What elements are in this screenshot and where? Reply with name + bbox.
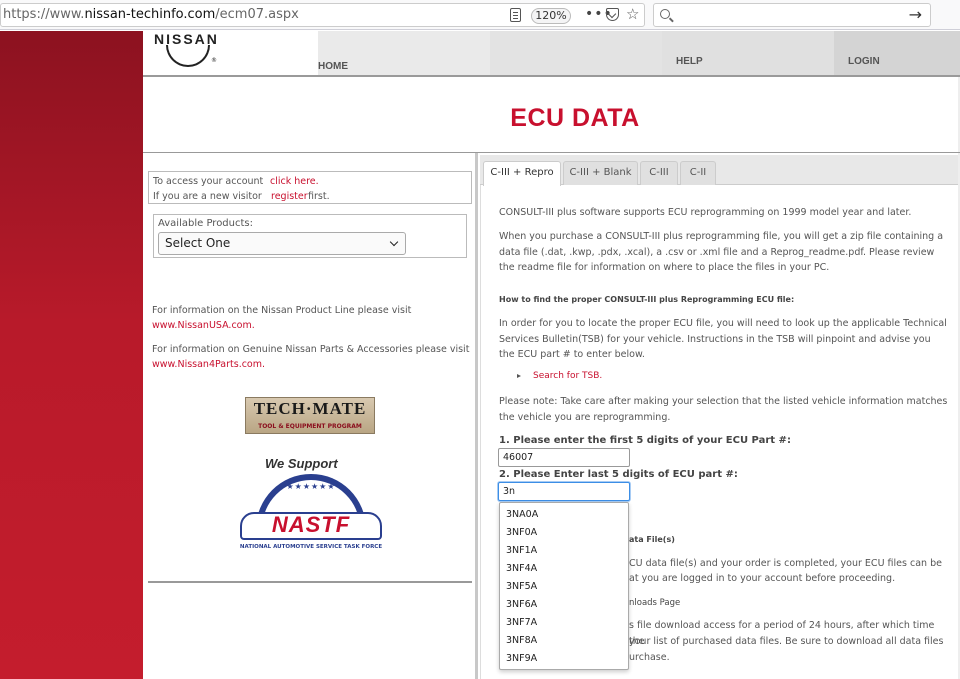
we-support-heading: We Support [265, 456, 338, 471]
zoom-level-badge[interactable]: 120% [531, 8, 571, 24]
available-products-box: Available Products: Select One [153, 214, 467, 258]
how-to-heading: How to find the proper CONSULT-III plus … [499, 295, 795, 304]
techmate-logo[interactable]: TECH·MATE TOOL & EQUIPMENT PROGRAM [245, 397, 375, 434]
tab-c3-repro[interactable]: C-III + Repro [483, 161, 561, 186]
header-divider [143, 75, 960, 77]
product-line-info: For information on the Nissan Product Li… [152, 305, 412, 316]
downloads-line3: urchase. [629, 652, 670, 663]
nissanusa-link[interactable]: www.NissanUSA.com. [152, 320, 255, 331]
account-text: To access your account [153, 176, 264, 187]
nastf-wordmark: NASTF [271, 512, 351, 537]
browser-search-input[interactable]: → [653, 3, 931, 27]
url-domain: nissan-techinfo.com [84, 7, 216, 22]
left-column-divider [148, 581, 472, 583]
suggestion-item[interactable]: 3NF9A [506, 653, 537, 664]
suggestion-item[interactable]: 3NF0A [506, 527, 537, 538]
search-tsb-link[interactable]: Search for TSB. [533, 371, 602, 381]
nav-login[interactable]: LOGIN [834, 31, 960, 75]
nav-help-label: HELP [676, 56, 703, 67]
bookmark-star-icon[interactable]: ☆ [626, 5, 639, 23]
suggestion-item[interactable]: 3NF1A [506, 545, 537, 556]
url-path: /ecm07.aspx [215, 7, 299, 22]
search-icon [660, 9, 670, 19]
account-box: To access your account click here. If yo… [148, 171, 472, 204]
tab-c2[interactable]: C-II [680, 161, 716, 185]
side-band [0, 31, 143, 679]
bullet-arrow-icon [517, 374, 521, 378]
logo-registered-mark: ® [211, 57, 217, 64]
ecu-last-digits-input[interactable]: 3n [498, 482, 630, 501]
register-suffix-text: first. [308, 191, 330, 202]
downloads-line2: your list of purchased data files. Be su… [629, 636, 944, 647]
data-files-heading: ata File(s) [629, 535, 675, 544]
suggestion-item[interactable]: 3NA0A [506, 509, 538, 520]
suggestion-item[interactable]: 3NF8A [506, 635, 537, 646]
product-tabs: C-III + Repro C-III + Blank C-III C-II [480, 155, 958, 186]
downloads-heading: nloads Page [629, 598, 681, 608]
url-prefix: https://www. [3, 7, 85, 22]
techmate-title: TECH·MATE [253, 399, 367, 418]
nastf-stars: ★★★★★★ [286, 482, 336, 491]
data-files-line2: at you are logged in to your account bef… [629, 573, 896, 584]
suggestion-item[interactable]: 3NF6A [506, 599, 537, 610]
nav-login-label: LOGIN [848, 56, 880, 67]
data-files-line1: CU data file(s) and your order is comple… [629, 558, 942, 569]
register-link[interactable]: register [271, 191, 308, 202]
nissan-logo[interactable]: NISSAN ® [150, 31, 318, 75]
products-select[interactable]: Select One [158, 232, 406, 255]
techmate-subtitle: TOOL & EQUIPMENT PROGRAM [258, 423, 362, 430]
parts-info: For information on Genuine Nissan Parts … [152, 344, 470, 355]
ecu-last-label: 2. Please Enter last 5 digits of ECU par… [499, 469, 738, 480]
ecu-first-digits-input[interactable]: 46007 [498, 448, 630, 467]
nav-help[interactable]: HELP [662, 31, 834, 75]
nastf-subtitle: NATIONAL AUTOMOTIVE SERVICE TASK FORCE [239, 544, 383, 550]
products-selected-value: Select One [165, 236, 231, 250]
chevron-down-icon [389, 237, 399, 247]
tsb-paragraph: In order for you to locate the proper EC… [499, 318, 947, 360]
ecu-first-label: 1. Please enter the first 5 digits of yo… [499, 435, 791, 446]
go-arrow-icon[interactable]: → [909, 5, 922, 24]
autocomplete-dropdown: 3NA0A 3NF0A 3NF1A 3NF4A 3NF5A 3NF6A 3NF7… [499, 502, 629, 670]
new-visitor-text: If you are a new visitor [153, 191, 262, 202]
nav-blank [490, 31, 662, 75]
column-divider [475, 153, 478, 679]
account-click-here-link[interactable]: click here. [270, 176, 319, 187]
nav-home-label: HOME [318, 61, 348, 72]
nav-home[interactable]: HOME [318, 31, 490, 75]
pocket-icon[interactable] [606, 8, 619, 21]
title-divider [143, 152, 960, 153]
nissan4parts-link[interactable]: www.Nissan4Parts.com. [152, 359, 265, 370]
browser-toolbar: https://www.nissan-techinfo.com/ecm07.as… [0, 0, 960, 30]
note-paragraph: Please note: Take care after making your… [499, 396, 948, 423]
tab-c3[interactable]: C-III [640, 161, 678, 185]
suggestion-item[interactable]: 3NF4A [506, 563, 537, 574]
suggestion-item[interactable]: 3NF5A [506, 581, 537, 592]
tab-c3-blank[interactable]: C-III + Blank [563, 161, 638, 185]
purchase-paragraph: When you purchase a CONSULT-III plus rep… [499, 231, 944, 273]
logo-arc [166, 45, 210, 67]
intro-paragraph: CONSULT-III plus software supports ECU r… [499, 207, 912, 218]
reader-view-icon[interactable] [510, 8, 521, 22]
suggestion-item[interactable]: 3NF7A [506, 617, 537, 628]
products-label: Available Products: [158, 218, 253, 229]
page-title: ECU DATA [510, 104, 640, 132]
